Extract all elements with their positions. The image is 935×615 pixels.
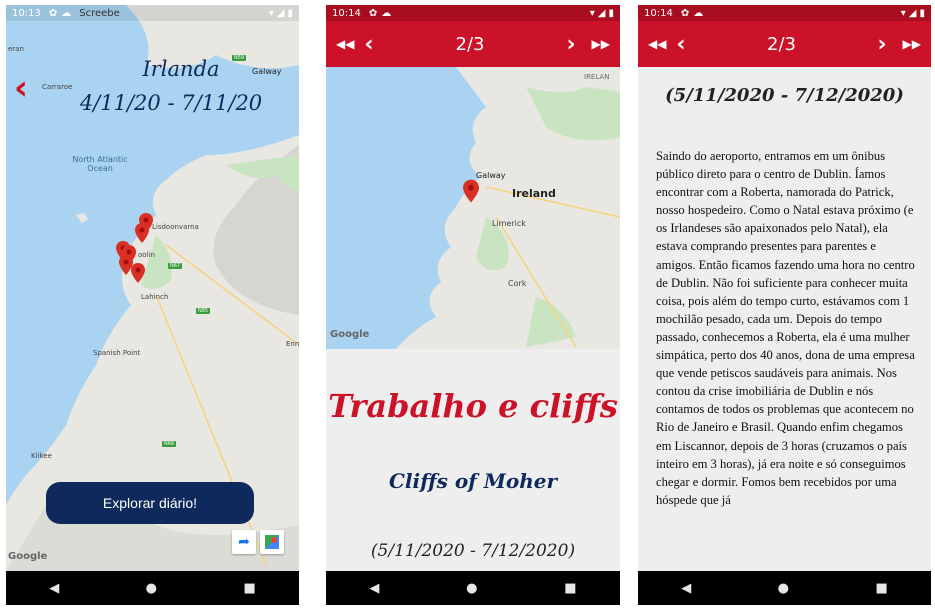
nav-back-icon[interactable]: ◀	[49, 581, 59, 596]
settings-icon: ✿	[48, 7, 58, 19]
map-label-limerick: Limerick	[492, 219, 526, 228]
system-nav-bar: ◀ ● ■	[638, 571, 931, 605]
back-chevron-icon[interactable]: ‹	[14, 71, 28, 105]
location-pin-icon[interactable]	[135, 223, 149, 243]
nav-home-icon[interactable]: ●	[146, 581, 157, 596]
fast-forward-icon[interactable]: ▶▶	[903, 37, 921, 51]
cloud-icon: ☁	[381, 7, 392, 19]
wifi-icon: ▾	[900, 7, 906, 19]
fast-forward-icon[interactable]: ▶▶	[592, 37, 610, 51]
maps-icon[interactable]	[260, 530, 284, 554]
chapter-toolbar: ◀◀ ‹ 2/3 › ▶▶	[638, 21, 931, 67]
page-counter: 2/3	[767, 33, 796, 55]
map-label-spanish-point: Spanish Point	[93, 349, 141, 357]
nav-recents-icon[interactable]: ■	[243, 581, 255, 596]
nav-back-icon[interactable]: ◀	[681, 581, 691, 596]
map-label-lisdoonvarna: Lisdoonvarna	[152, 223, 199, 231]
phone-screen-chapter: 10:14 ✿ ☁ ▾ ◢ ▮ ◀◀ ‹ 2/3 › ▶▶ IRELAN Galwa…	[326, 5, 620, 605]
status-time: 10:13	[12, 7, 41, 19]
signal-icon: ◢	[597, 7, 606, 19]
status-time: 10:14	[332, 7, 361, 19]
diary-dates: (5/11/2020 - 7/12/2020)	[665, 85, 904, 106]
rewind-icon[interactable]: ◀◀	[336, 37, 354, 51]
status-bar: 10:14 ✿ ☁ ▾ ◢ ▮	[638, 5, 931, 21]
map-label-ran: eran	[8, 45, 24, 53]
phone-screen-diary-text: 10:14 ✿ ☁ ▾ ◢ ▮ ◀◀ ‹ 2/3 › ▶▶ (5/11/2020 -…	[638, 5, 931, 605]
system-nav-bar: ◀ ● ■	[6, 571, 299, 605]
nav-home-icon[interactable]: ●	[778, 581, 789, 596]
map-label-kilkee: Kilkee	[31, 452, 52, 460]
chapter-card: Trabalho e cliffs Cliffs of Moher (5/11/…	[326, 349, 620, 571]
explore-diary-button[interactable]: Explorar diário!	[46, 482, 254, 524]
status-bar: 10:13 ✿ ☁ Screebe ▾ ◢ ▮	[6, 5, 299, 21]
battery-icon: ▮	[608, 7, 614, 19]
prev-icon[interactable]: ‹	[364, 32, 373, 57]
battery-icon: ▮	[287, 7, 293, 19]
status-time: 10:14	[644, 7, 673, 19]
next-icon[interactable]: ›	[566, 32, 575, 57]
settings-icon: ✿	[680, 7, 690, 19]
status-carrier: Screebe	[79, 7, 120, 19]
status-bar: 10:14 ✿ ☁ ▾ ◢ ▮	[326, 5, 620, 21]
cloud-icon: ☁	[693, 7, 704, 19]
road-badge: N85	[196, 308, 211, 314]
signal-icon: ◢	[908, 7, 917, 19]
map-label-irelan: IRELAN	[584, 73, 610, 81]
map-label-carraroe: Carraroe	[42, 83, 73, 91]
location-pin-icon[interactable]	[131, 263, 145, 283]
phone-screen-map: eran Carraroe Galway North Atlantic Ocea…	[6, 5, 299, 605]
cloud-icon: ☁	[61, 7, 72, 19]
battery-icon: ▮	[919, 7, 925, 19]
nav-back-icon[interactable]: ◀	[369, 581, 379, 596]
map-label-erin: Enn	[286, 340, 299, 348]
trip-dates: 4/11/20 - 7/11/20	[79, 91, 263, 115]
system-nav-bar: ◀ ● ■	[326, 571, 620, 605]
wifi-icon: ▾	[589, 7, 595, 19]
settings-icon: ✿	[368, 7, 378, 19]
diary-body-text[interactable]: Saindo do aeroporto, entramos em um ônib…	[656, 147, 917, 571]
map-label-ireland: Ireland	[512, 187, 556, 200]
map-land-svg	[396, 67, 620, 349]
chapter-dates: (5/11/2020 - 7/12/2020)	[370, 541, 576, 561]
chapter-toolbar: ◀◀ ‹ 2/3 › ▶▶	[326, 21, 620, 67]
map-label-ocean: North Atlantic Ocean	[72, 155, 128, 173]
page-counter: 2/3	[455, 33, 485, 55]
google-logo: Google	[8, 551, 48, 562]
map-label-cork: Cork	[508, 279, 527, 288]
road-badge: N67	[168, 263, 183, 269]
nav-recents-icon[interactable]: ■	[875, 581, 887, 596]
nav-recents-icon[interactable]: ■	[564, 581, 576, 596]
signal-icon: ◢	[276, 7, 285, 19]
rewind-icon[interactable]: ◀◀	[648, 37, 666, 51]
map-view[interactable]: IRELAN Galway Ireland Limerick Cork Goog…	[326, 67, 620, 349]
wifi-icon: ▾	[268, 7, 274, 19]
next-icon[interactable]: ›	[877, 32, 886, 57]
google-logo: Google	[330, 329, 370, 340]
chapter-title: Trabalho e cliffs	[328, 387, 618, 425]
chapter-subtitle: Cliffs of Moher	[388, 469, 558, 493]
trip-title: Irlanda	[142, 57, 220, 81]
map-label-lahinch: Lahinch	[141, 293, 169, 301]
directions-icon[interactable]: ➦	[232, 530, 256, 554]
location-pin-icon[interactable]	[463, 179, 479, 203]
road-badge: N68	[162, 441, 177, 447]
map-label-galway: Galway	[476, 171, 506, 180]
nav-home-icon[interactable]: ●	[466, 581, 477, 596]
map-label-doolin: oolin	[138, 251, 155, 259]
prev-icon[interactable]: ‹	[676, 32, 685, 57]
